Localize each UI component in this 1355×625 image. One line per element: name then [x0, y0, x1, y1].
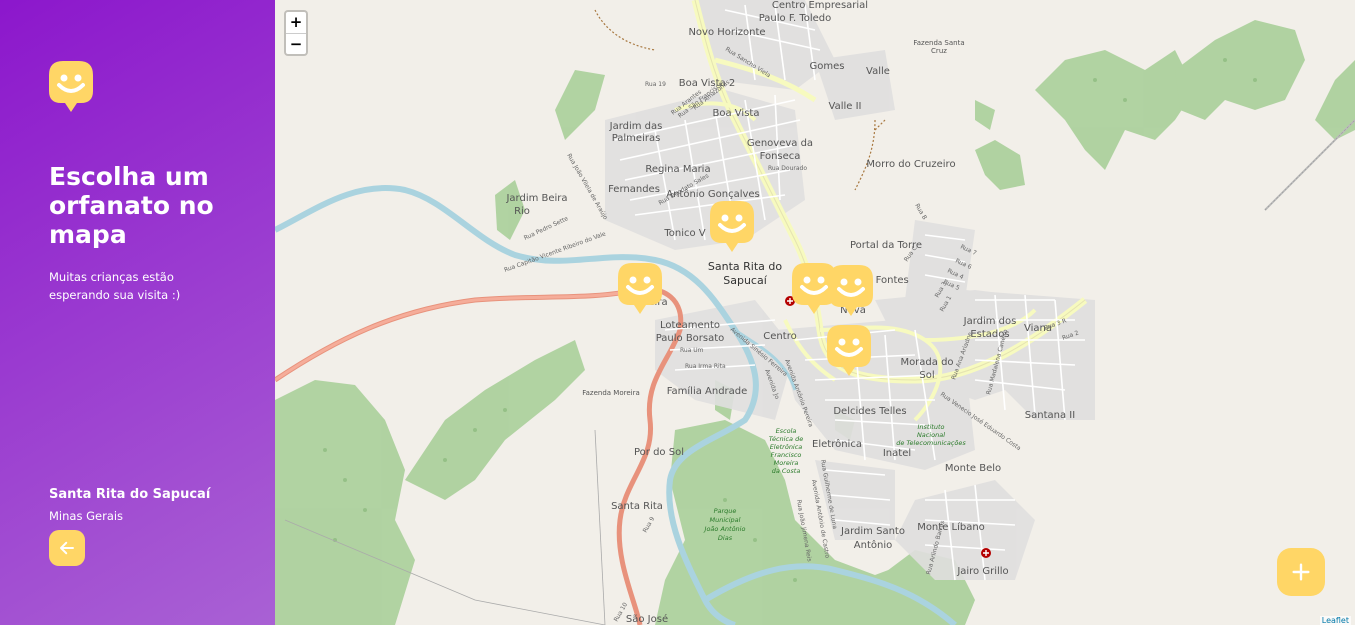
add-orphanage-button[interactable]: [1277, 548, 1325, 596]
svg-text:Fonseca: Fonseca: [760, 151, 801, 162]
zoom-out-button[interactable]: −: [286, 33, 306, 54]
page-description: Muitas crianças estão esperando sua visi…: [49, 270, 181, 302]
svg-text:Regina Maria: Regina Maria: [645, 164, 710, 175]
smile-marker-icon: [49, 61, 93, 112]
zoom-control: + −: [284, 10, 308, 56]
svg-text:Por do Sol: Por do Sol: [634, 447, 684, 458]
svg-text:Municipal: Municipal: [710, 516, 741, 524]
svg-text:Palmeiras: Palmeiras: [612, 133, 661, 144]
svg-text:Francisco: Francisco: [771, 451, 802, 459]
svg-text:Valle II: Valle II: [829, 101, 862, 112]
svg-text:Jardim Santo: Jardim Santo: [840, 526, 905, 537]
svg-text:João Antônio: João Antônio: [703, 525, 746, 533]
svg-text:Novo Horizonte: Novo Horizonte: [688, 27, 765, 38]
svg-text:Fazenda Santa: Fazenda Santa: [913, 39, 964, 47]
svg-text:Rua Um: Rua Um: [680, 347, 704, 354]
page: Escolha um orfanato no mapa Muitas crian…: [0, 0, 1355, 625]
svg-text:Paulo Borsato: Paulo Borsato: [656, 333, 725, 344]
svg-text:Jairo Grillo: Jairo Grillo: [956, 566, 1008, 577]
svg-text:Boa Vista: Boa Vista: [713, 108, 760, 119]
svg-text:Eletrônica: Eletrônica: [812, 438, 862, 450]
svg-text:Morada do: Morada do: [900, 357, 953, 368]
svg-text:Genoveva da: Genoveva da: [747, 138, 813, 149]
svg-text:Rua 19: Rua 19: [645, 81, 666, 88]
svg-text:Moreira: Moreira: [774, 459, 799, 467]
svg-text:Morro do Cruzeiro: Morro do Cruzeiro: [866, 159, 955, 170]
map-attribution[interactable]: Leaflet: [1319, 616, 1351, 625]
svg-text:Centro: Centro: [763, 331, 796, 342]
svg-text:Inatel: Inatel: [883, 448, 911, 459]
svg-text:Antônio: Antônio: [854, 539, 892, 551]
orphanage-marker-icon[interactable]: [829, 265, 873, 316]
svg-text:Valle: Valle: [866, 66, 890, 77]
svg-text:da Costa: da Costa: [772, 467, 801, 475]
svg-text:Cruz: Cruz: [931, 47, 947, 55]
svg-text:Instituto: Instituto: [918, 423, 945, 431]
svg-text:Delcides Telles: Delcides Telles: [833, 406, 906, 417]
svg-text:Jardim dos: Jardim dos: [963, 316, 1017, 327]
svg-text:Eletrônica: Eletrônica: [770, 443, 803, 451]
svg-text:Rio: Rio: [514, 206, 530, 217]
svg-text:Centro Empresarial: Centro Empresarial: [772, 0, 868, 11]
svg-text:Nacional: Nacional: [917, 431, 945, 439]
svg-text:Monte Belo: Monte Belo: [945, 463, 1001, 474]
svg-text:Gomes: Gomes: [810, 61, 845, 72]
svg-text:Jardim Beira: Jardim Beira: [505, 193, 567, 204]
svg-text:Dias: Dias: [718, 534, 733, 542]
svg-text:Paulo F. Toledo: Paulo F. Toledo: [759, 13, 832, 24]
svg-text:Rua Dourado: Rua Dourado: [768, 165, 807, 172]
state-name: Minas Gerais: [49, 509, 124, 523]
sidebar: Escolha um orfanato no mapa Muitas crian…: [0, 0, 275, 625]
svg-text:Fazenda Moreira: Fazenda Moreira: [582, 389, 640, 397]
svg-text:Jardim das: Jardim das: [609, 121, 663, 132]
plus-icon: [1292, 563, 1310, 581]
orphanage-marker-icon[interactable]: [827, 325, 871, 376]
zoom-in-button[interactable]: +: [286, 12, 306, 33]
arrow-left-icon: [60, 541, 74, 555]
svg-text:Técnica de: Técnica de: [769, 435, 803, 443]
svg-text:Família Andrade: Família Andrade: [667, 385, 748, 397]
orphanage-marker-icon[interactable]: [710, 201, 754, 252]
back-button[interactable]: [49, 530, 85, 566]
page-title: Escolha um orfanato no mapa: [49, 162, 214, 249]
svg-text:de Telecomunicações: de Telecomunicações: [896, 439, 966, 447]
svg-text:Santa Rita: Santa Rita: [611, 501, 663, 512]
svg-text:Fernandes: Fernandes: [608, 184, 660, 195]
svg-text:Parque: Parque: [714, 507, 737, 515]
svg-text:São José: São José: [626, 613, 668, 625]
svg-text:Tonico V: Tonico V: [663, 228, 705, 239]
svg-text:Santa Rita do: Santa Rita do: [708, 260, 782, 273]
orphanage-marker-icon[interactable]: [618, 263, 662, 314]
svg-text:Escola: Escola: [776, 427, 797, 435]
svg-text:Monte Líbano: Monte Líbano: [917, 521, 985, 533]
city-name: Santa Rita do Sapucaí: [49, 487, 211, 502]
svg-text:Loteamento: Loteamento: [660, 320, 720, 331]
svg-text:Santana II: Santana II: [1025, 410, 1075, 421]
svg-text:s Fontes: s Fontes: [867, 275, 909, 286]
svg-text:Sapucaí: Sapucaí: [723, 274, 767, 287]
svg-text:Sol: Sol: [919, 370, 934, 381]
svg-text:Rua Irma Rita: Rua Irma Rita: [685, 363, 726, 370]
